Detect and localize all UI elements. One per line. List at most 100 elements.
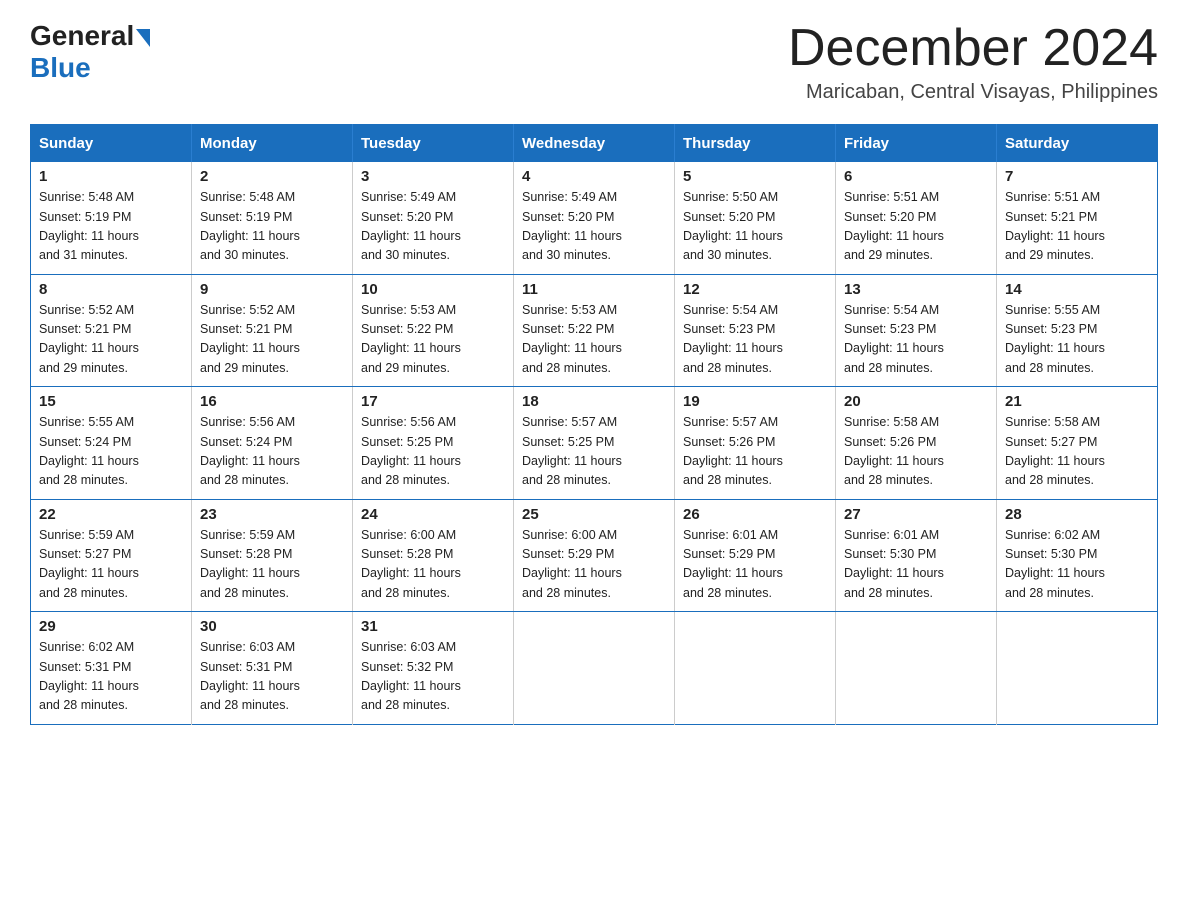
day-number: 23 <box>200 506 344 523</box>
day-number: 8 <box>39 281 183 298</box>
calendar-cell: 5 Sunrise: 5:50 AMSunset: 5:20 PMDaylight… <box>675 162 836 274</box>
day-info: Sunrise: 5:52 AMSunset: 5:21 PMDaylight:… <box>200 301 344 379</box>
title-section: December 2024 Maricaban, Central Visayas… <box>788 20 1158 104</box>
day-number: 12 <box>683 281 827 298</box>
day-number: 11 <box>522 281 666 298</box>
day-info: Sunrise: 5:58 AMSunset: 5:27 PMDaylight:… <box>1005 413 1149 491</box>
calendar-cell: 19Sunrise: 5:57 AMSunset: 5:26 PMDayligh… <box>675 387 836 500</box>
day-number: 5 <box>683 168 827 185</box>
day-number: 30 <box>200 618 344 635</box>
weekday-header-tuesday: Tuesday <box>353 125 514 163</box>
day-number: 21 <box>1005 393 1149 410</box>
calendar-cell: 23 Sunrise: 5:59 AMSunset: 5:28 PMDayligh… <box>192 499 353 612</box>
calendar-cell: 12 Sunrise: 5:54 AMSunset: 5:23 PMDayligh… <box>675 274 836 387</box>
calendar-week-1: 1 Sunrise: 5:48 AMSunset: 5:19 PMDaylight… <box>31 162 1158 274</box>
calendar-week-2: 8 Sunrise: 5:52 AMSunset: 5:21 PMDaylight… <box>31 274 1158 387</box>
logo-arrow-icon <box>136 29 150 47</box>
calendar-cell: 1 Sunrise: 5:48 AMSunset: 5:19 PMDaylight… <box>31 162 192 274</box>
day-info: Sunrise: 5:49 AMSunset: 5:20 PMDaylight:… <box>361 188 505 266</box>
day-number: 10 <box>361 281 505 298</box>
calendar-cell: 31 Sunrise: 6:03 AMSunset: 5:32 PMDayligh… <box>353 612 514 725</box>
weekday-header-monday: Monday <box>192 125 353 163</box>
calendar-cell: 24 Sunrise: 6:00 AMSunset: 5:28 PMDayligh… <box>353 499 514 612</box>
month-title: December 2024 <box>788 20 1158 77</box>
day-info: Sunrise: 6:02 AMSunset: 5:31 PMDaylight:… <box>39 638 183 716</box>
day-info: Sunrise: 5:51 AMSunset: 5:20 PMDaylight:… <box>844 188 988 266</box>
day-info: Sunrise: 5:50 AMSunset: 5:20 PMDaylight:… <box>683 188 827 266</box>
day-number: 26 <box>683 506 827 523</box>
calendar-cell: 30Sunrise: 6:03 AMSunset: 5:31 PMDayligh… <box>192 612 353 725</box>
day-number: 3 <box>361 168 505 185</box>
logo-general-text: General <box>30 20 134 52</box>
day-number: 2 <box>200 168 344 185</box>
day-number: 1 <box>39 168 183 185</box>
calendar-cell: 6 Sunrise: 5:51 AMSunset: 5:20 PMDaylight… <box>836 162 997 274</box>
location-text: Maricaban, Central Visayas, Philippines <box>788 81 1158 104</box>
day-info: Sunrise: 5:57 AMSunset: 5:26 PMDaylight:… <box>683 413 827 491</box>
day-info: Sunrise: 6:00 AMSunset: 5:28 PMDaylight:… <box>361 526 505 604</box>
calendar-cell: 27Sunrise: 6:01 AMSunset: 5:30 PMDayligh… <box>836 499 997 612</box>
day-info: Sunrise: 5:55 AMSunset: 5:24 PMDaylight:… <box>39 413 183 491</box>
day-info: Sunrise: 6:01 AMSunset: 5:29 PMDaylight:… <box>683 526 827 604</box>
calendar-cell: 21 Sunrise: 5:58 AMSunset: 5:27 PMDayligh… <box>997 387 1158 500</box>
calendar-cell: 22 Sunrise: 5:59 AMSunset: 5:27 PMDayligh… <box>31 499 192 612</box>
day-info: Sunrise: 5:59 AMSunset: 5:27 PMDaylight:… <box>39 526 183 604</box>
day-number: 6 <box>844 168 988 185</box>
calendar-cell: 8 Sunrise: 5:52 AMSunset: 5:21 PMDaylight… <box>31 274 192 387</box>
day-number: 16 <box>200 393 344 410</box>
day-number: 25 <box>522 506 666 523</box>
calendar-cell: 17 Sunrise: 5:56 AMSunset: 5:25 PMDayligh… <box>353 387 514 500</box>
day-number: 28 <box>1005 506 1149 523</box>
day-info: Sunrise: 5:53 AMSunset: 5:22 PMDaylight:… <box>361 301 505 379</box>
day-info: Sunrise: 5:56 AMSunset: 5:24 PMDaylight:… <box>200 413 344 491</box>
day-info: Sunrise: 5:54 AMSunset: 5:23 PMDaylight:… <box>683 301 827 379</box>
calendar-cell: 2 Sunrise: 5:48 AMSunset: 5:19 PMDaylight… <box>192 162 353 274</box>
page-header: General Blue December 2024 Maricaban, Ce… <box>30 20 1158 104</box>
weekday-header-friday: Friday <box>836 125 997 163</box>
calendar-cell: 7Sunrise: 5:51 AMSunset: 5:21 PMDaylight… <box>997 162 1158 274</box>
day-info: Sunrise: 5:59 AMSunset: 5:28 PMDaylight:… <box>200 526 344 604</box>
calendar-cell <box>514 612 675 725</box>
day-number: 24 <box>361 506 505 523</box>
day-info: Sunrise: 5:52 AMSunset: 5:21 PMDaylight:… <box>39 301 183 379</box>
day-info: Sunrise: 6:00 AMSunset: 5:29 PMDaylight:… <box>522 526 666 604</box>
day-info: Sunrise: 5:56 AMSunset: 5:25 PMDaylight:… <box>361 413 505 491</box>
calendar-cell <box>675 612 836 725</box>
day-info: Sunrise: 5:51 AMSunset: 5:21 PMDaylight:… <box>1005 188 1149 266</box>
day-number: 18 <box>522 393 666 410</box>
day-number: 14 <box>1005 281 1149 298</box>
logo: General Blue <box>30 20 150 84</box>
day-info: Sunrise: 6:01 AMSunset: 5:30 PMDaylight:… <box>844 526 988 604</box>
calendar-cell: 15 Sunrise: 5:55 AMSunset: 5:24 PMDayligh… <box>31 387 192 500</box>
weekday-header-saturday: Saturday <box>997 125 1158 163</box>
calendar-week-4: 22 Sunrise: 5:59 AMSunset: 5:27 PMDayligh… <box>31 499 1158 612</box>
day-number: 4 <box>522 168 666 185</box>
day-info: Sunrise: 5:48 AMSunset: 5:19 PMDaylight:… <box>39 188 183 266</box>
day-info: Sunrise: 5:48 AMSunset: 5:19 PMDaylight:… <box>200 188 344 266</box>
calendar-week-5: 29 Sunrise: 6:02 AMSunset: 5:31 PMDayligh… <box>31 612 1158 725</box>
day-info: Sunrise: 6:03 AMSunset: 5:32 PMDaylight:… <box>361 638 505 716</box>
calendar-cell: 28 Sunrise: 6:02 AMSunset: 5:30 PMDayligh… <box>997 499 1158 612</box>
day-number: 22 <box>39 506 183 523</box>
day-info: Sunrise: 5:53 AMSunset: 5:22 PMDaylight:… <box>522 301 666 379</box>
calendar-cell: 11 Sunrise: 5:53 AMSunset: 5:22 PMDayligh… <box>514 274 675 387</box>
day-number: 31 <box>361 618 505 635</box>
calendar-cell: 29 Sunrise: 6:02 AMSunset: 5:31 PMDayligh… <box>31 612 192 725</box>
day-info: Sunrise: 6:02 AMSunset: 5:30 PMDaylight:… <box>1005 526 1149 604</box>
calendar-cell: 9Sunrise: 5:52 AMSunset: 5:21 PMDaylight… <box>192 274 353 387</box>
day-number: 13 <box>844 281 988 298</box>
calendar-cell: 10 Sunrise: 5:53 AMSunset: 5:22 PMDayligh… <box>353 274 514 387</box>
day-number: 29 <box>39 618 183 635</box>
weekday-header-wednesday: Wednesday <box>514 125 675 163</box>
day-number: 15 <box>39 393 183 410</box>
day-info: Sunrise: 5:57 AMSunset: 5:25 PMDaylight:… <box>522 413 666 491</box>
calendar-cell: 18 Sunrise: 5:57 AMSunset: 5:25 PMDayligh… <box>514 387 675 500</box>
calendar-cell: 20Sunrise: 5:58 AMSunset: 5:26 PMDayligh… <box>836 387 997 500</box>
day-number: 20 <box>844 393 988 410</box>
day-number: 17 <box>361 393 505 410</box>
day-info: Sunrise: 5:54 AMSunset: 5:23 PMDaylight:… <box>844 301 988 379</box>
calendar-cell: 26 Sunrise: 6:01 AMSunset: 5:29 PMDayligh… <box>675 499 836 612</box>
calendar-cell <box>836 612 997 725</box>
calendar-week-3: 15 Sunrise: 5:55 AMSunset: 5:24 PMDayligh… <box>31 387 1158 500</box>
calendar-cell: 25 Sunrise: 6:00 AMSunset: 5:29 PMDayligh… <box>514 499 675 612</box>
